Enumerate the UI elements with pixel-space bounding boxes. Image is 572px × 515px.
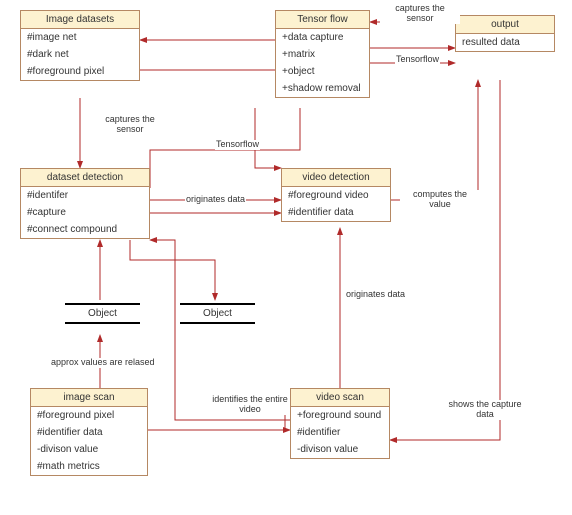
item: +object bbox=[276, 63, 369, 80]
label-tensorflow-mid: Tensorflow bbox=[215, 140, 260, 150]
item: #dark net bbox=[21, 46, 139, 63]
title-video-detection: video detection bbox=[282, 169, 390, 187]
item: resulted data bbox=[456, 34, 554, 51]
item: -divison value bbox=[291, 441, 389, 458]
item: #identifier bbox=[291, 424, 389, 441]
box-image-scan: image scan #foreground pixel #identifier… bbox=[30, 388, 148, 476]
object-node-1: Object bbox=[65, 300, 140, 327]
item: #math metrics bbox=[31, 458, 147, 475]
box-output: output resulted data bbox=[455, 15, 555, 52]
title-image-datasets: Image datasets bbox=[21, 11, 139, 29]
title-image-scan: image scan bbox=[31, 389, 147, 407]
label-approx-values: approx values are relased bbox=[50, 358, 156, 368]
title-output: output bbox=[456, 16, 554, 34]
item: -divison value bbox=[31, 441, 147, 458]
box-tensor-flow: Tensor flow +data capture +matrix +objec… bbox=[275, 10, 370, 98]
title-tensor-flow: Tensor flow bbox=[276, 11, 369, 29]
label-tensorflow-top: Tensorflow bbox=[395, 55, 440, 65]
box-video-scan: video scan +foreground sound #identifier… bbox=[290, 388, 390, 459]
box-image-datasets: Image datasets #image net #dark net #for… bbox=[20, 10, 140, 81]
item: #connect compound bbox=[21, 221, 149, 238]
item: #capture bbox=[21, 204, 149, 221]
object-label: Object bbox=[65, 308, 140, 319]
label-originates-data-v: originates data bbox=[345, 290, 406, 300]
item: +data capture bbox=[276, 29, 369, 46]
item: +shadow removal bbox=[276, 80, 369, 97]
item: #identifier data bbox=[282, 204, 390, 221]
item: #image net bbox=[21, 29, 139, 46]
object-label: Object bbox=[180, 308, 255, 319]
label-captures-sensor-left: captures the sensor bbox=[90, 115, 170, 135]
item: +matrix bbox=[276, 46, 369, 63]
box-dataset-detection: dataset detection #identifer #capture #c… bbox=[20, 168, 150, 239]
label-computes-value: computes the value bbox=[400, 190, 480, 210]
item: +foreground sound bbox=[291, 407, 389, 424]
label-captures-sensor-top: captures the sensor bbox=[380, 4, 460, 24]
title-video-scan: video scan bbox=[291, 389, 389, 407]
label-identifies-video: identifies the entire video bbox=[210, 395, 290, 415]
label-originates-data-mid: originates data bbox=[185, 195, 246, 205]
title-dataset-detection: dataset detection bbox=[21, 169, 149, 187]
label-shows-capture: shows the capture data bbox=[445, 400, 525, 420]
box-video-detection: video detection #foreground video #ident… bbox=[281, 168, 391, 222]
item: #foreground pixel bbox=[31, 407, 147, 424]
item: #identifier data bbox=[31, 424, 147, 441]
item: #foreground pixel bbox=[21, 63, 139, 80]
item: #foreground video bbox=[282, 187, 390, 204]
item: #identifer bbox=[21, 187, 149, 204]
object-node-2: Object bbox=[180, 300, 255, 327]
